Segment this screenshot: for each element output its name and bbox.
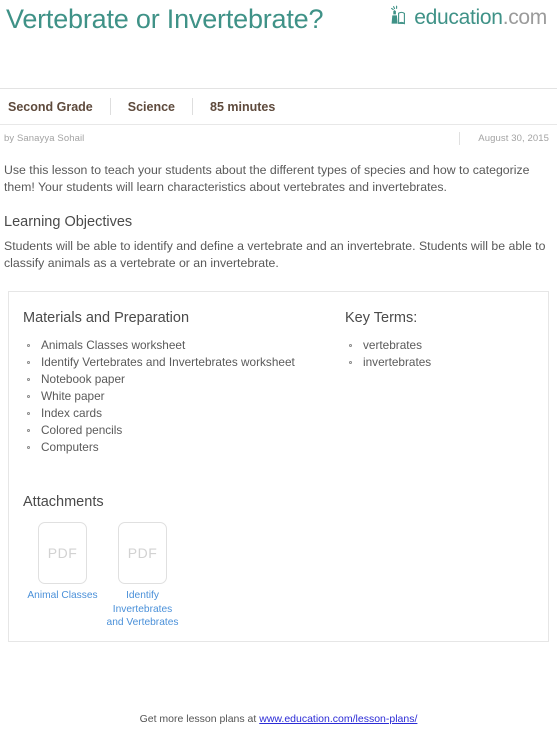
- materials-list: Animals Classes worksheet Identify Verte…: [23, 337, 333, 456]
- education-com-logo[interactable]: education .com: [389, 4, 547, 30]
- list-item: Identify Vertebrates and Invertebrates w…: [23, 354, 333, 371]
- list-item: Index cards: [23, 405, 333, 422]
- list-item: White paper: [23, 388, 333, 405]
- lesson-plan-page: Vertebrate or Invertebrate? education .c…: [0, 0, 557, 731]
- list-item: Animals Classes worksheet: [23, 337, 333, 354]
- list-item: Notebook paper: [23, 371, 333, 388]
- key-terms-list: vertebrates invertebrates: [345, 337, 548, 371]
- key-terms-heading: Key Terms:: [345, 310, 418, 326]
- list-item: invertebrates: [345, 354, 548, 371]
- materials-heading: Materials and Preparation: [23, 310, 190, 326]
- byline-right-group: August 30, 2015: [459, 131, 549, 145]
- attachment-item[interactable]: PDF Identify Invertebrates and Vertebrat…: [103, 522, 182, 630]
- pdf-label: PDF: [47, 545, 78, 561]
- attachments-list: PDF Animal Classes PDF Identify Inverteb…: [23, 522, 548, 630]
- page-footer: Get more lesson plans at www.education.c…: [0, 713, 557, 725]
- lesson-plans-link[interactable]: www.education.com/lesson-plans/: [259, 713, 417, 725]
- card-columns: Materials and Preparation Animals Classe…: [9, 292, 548, 456]
- lesson-meta-bar: Second Grade Science 85 minutes: [0, 88, 557, 124]
- meta-duration: 85 minutes: [210, 99, 276, 114]
- pdf-file-icon[interactable]: PDF: [118, 522, 167, 584]
- byline-divider: [459, 131, 461, 145]
- key-terms-column: Key Terms: vertebrates invertebrates: [333, 308, 548, 456]
- byline-author: by Sanayya Sohail: [4, 132, 85, 144]
- materials-column: Materials and Preparation Animals Classe…: [9, 308, 333, 456]
- page-header: Vertebrate or Invertebrate? education .c…: [0, 0, 557, 88]
- pdf-label: PDF: [127, 545, 158, 561]
- byline-row: by Sanayya Sohail August 30, 2015: [0, 124, 557, 151]
- learning-objectives-heading: Learning Objectives: [4, 214, 133, 230]
- lesson-intro-text: Use this lesson to teach your students a…: [4, 163, 530, 194]
- list-item: vertebrates: [345, 337, 548, 354]
- attachment-item[interactable]: PDF Animal Classes: [23, 522, 102, 603]
- byline-date: August 30, 2015: [478, 132, 549, 144]
- attachments-section: Attachments PDF Animal Classes PDF Ident…: [9, 456, 548, 630]
- page-title: Vertebrate or Invertebrate?: [6, 4, 324, 34]
- attachment-caption[interactable]: Identify Invertebrates and Vertebrates: [103, 589, 182, 630]
- meta-subject: Science: [127, 99, 176, 114]
- meta-grade: Second Grade: [8, 99, 93, 114]
- logo-tld: .com: [502, 5, 548, 29]
- list-item: Computers: [23, 439, 333, 456]
- list-item: Colored pencils: [23, 422, 333, 439]
- footer-prefix-text: Get more lesson plans at: [139, 713, 260, 725]
- attachments-heading: Attachments: [23, 494, 104, 510]
- pdf-file-icon[interactable]: PDF: [38, 522, 87, 584]
- materials-card: Materials and Preparation Animals Classe…: [8, 291, 549, 642]
- person-reading-book-icon: [389, 5, 413, 29]
- attachment-caption[interactable]: Animal Classes: [23, 589, 102, 603]
- learning-objectives-text: Students will be able to identify and de…: [4, 239, 546, 270]
- logo-wordmark: education: [414, 5, 503, 29]
